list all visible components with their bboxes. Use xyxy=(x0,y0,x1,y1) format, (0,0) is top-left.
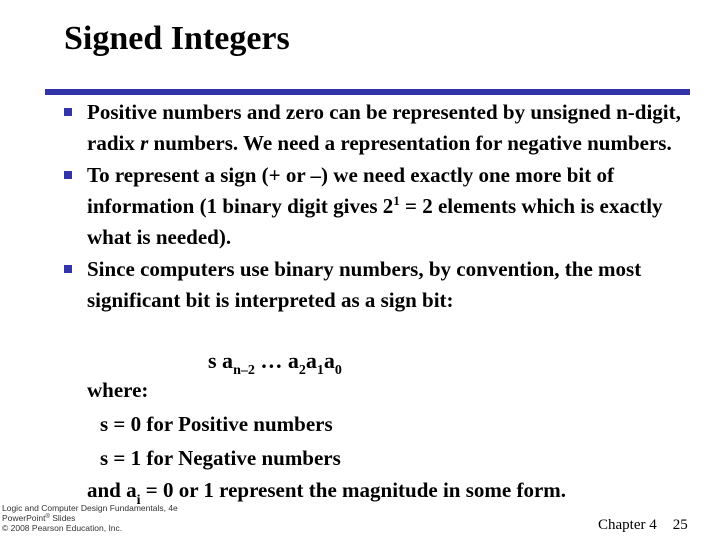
bullet-square-icon xyxy=(64,108,72,116)
footer-chapter: Chapter 4 xyxy=(598,517,657,533)
footer-slides-line: PowerPoint® Slides xyxy=(2,513,178,523)
footer-copyright: © 2008 Pearson Education, Inc. xyxy=(2,523,123,533)
footer-slides: Slides xyxy=(49,513,76,523)
bullet-square-icon xyxy=(64,171,72,179)
bullet-list: Positive numbers and zero can be represe… xyxy=(62,97,702,317)
formula-sub-2: 2 xyxy=(298,363,306,378)
formula-ellipsis: … a xyxy=(254,348,299,373)
bullet-1-text-after: numbers. We need a representation for ne… xyxy=(148,131,672,155)
slide-title: Signed Integers xyxy=(64,20,290,57)
sign-bit-formula: s an–2 … a2a1a0 xyxy=(208,348,342,378)
formula-a0: a xyxy=(323,348,335,373)
formula-s: s a xyxy=(208,348,234,373)
bullet-3-text: Since computers use binary numbers, by c… xyxy=(87,257,642,312)
bullet-item-2: To represent a sign (+ or –) we need exa… xyxy=(62,160,702,253)
footer-credits: Logic and Computer Design Fundamentals, … xyxy=(2,503,178,533)
magnitude-text-after: = 0 or 1 represent the magnitude in some… xyxy=(140,478,567,502)
bullet-item-3: Since computers use binary numbers, by c… xyxy=(62,254,702,316)
magnitude-definition: and ai = 0 or 1 represent the magnitude … xyxy=(87,478,567,508)
bullet-square-icon xyxy=(64,265,72,273)
footer-book-title: Logic and Computer Design Fundamentals, … xyxy=(2,503,178,513)
footer-powerpoint: PowerPoint xyxy=(2,513,46,523)
formula-sub-1: 1 xyxy=(316,363,324,378)
formula-sub-n-2: n–2 xyxy=(233,363,255,378)
where-label: where: xyxy=(87,378,149,402)
bullet-item-1: Positive numbers and zero can be represe… xyxy=(62,97,702,159)
s-zero-definition: s = 0 for Positive numbers xyxy=(100,412,333,436)
footer-page-info: Chapter 4 25 xyxy=(598,517,688,534)
title-divider xyxy=(45,89,690,95)
formula-a1: a xyxy=(305,348,317,373)
s-one-definition: s = 1 for Negative numbers xyxy=(100,446,341,470)
footer-page-number: 25 xyxy=(672,517,688,533)
formula-sub-0: 0 xyxy=(334,363,342,378)
magnitude-text-before: and a xyxy=(87,478,137,502)
